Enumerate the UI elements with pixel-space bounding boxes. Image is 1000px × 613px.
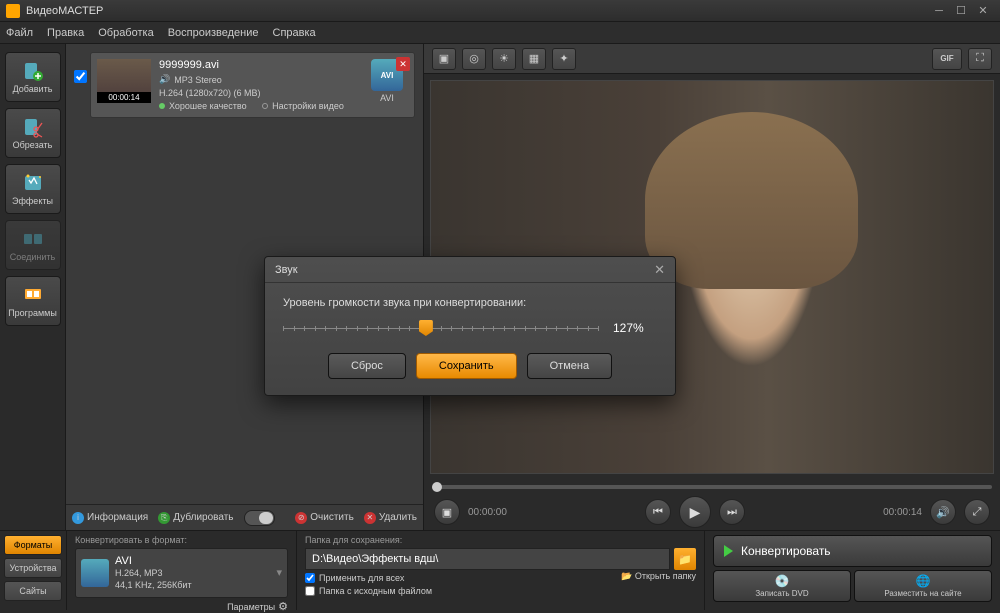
menubar: Файл Правка Обработка Воспроизведение Сп… [0,22,1000,44]
effects-icon [22,172,44,194]
minimize-button[interactable]: ─ [928,3,950,19]
sidebar-programs[interactable]: Программы [5,276,61,326]
file-name-label: 9999999.avi [159,59,358,71]
menu-playback[interactable]: Воспроизведение [168,27,259,39]
volume-icon[interactable]: 🔊 [930,499,956,525]
clear-icon: ⊘ [295,512,307,524]
sound-dialog: Звук ✕ Уровень громкости звука при конве… [264,256,676,396]
settings-dot-icon [262,103,268,109]
speed-icon[interactable]: ✦ [552,48,576,70]
text-icon[interactable]: ▦ [522,48,546,70]
snapshot-icon[interactable]: ▣ [434,499,460,525]
cancel-button[interactable]: Отмена [527,353,612,379]
rotate-icon[interactable]: ◎ [462,48,486,70]
seek-thumb-icon[interactable] [432,482,442,492]
tab-sites[interactable]: Сайты [4,581,62,601]
app-logo-icon [6,4,20,18]
reset-button[interactable]: Сброс [328,353,406,379]
duplicate-icon: ⎘ [158,512,170,524]
close-button[interactable]: ✕ [972,3,994,19]
sidebar-effects[interactable]: Эффекты [5,164,61,214]
file-remove-icon[interactable]: ✕ [396,57,410,71]
menu-process[interactable]: Обработка [98,27,153,39]
crop-icon[interactable]: ▣ [432,48,456,70]
footer-delete[interactable]: ✕Удалить [364,512,417,524]
seek-bar[interactable] [424,480,1000,494]
play-arrow-icon [724,545,733,557]
dialog-close-icon[interactable]: ✕ [654,262,665,278]
folder-open-icon: 📂 [621,571,632,581]
time-current: 00:00:00 [468,507,507,518]
add-icon [22,60,44,82]
footer-clear[interactable]: ⊘Очистить [295,512,354,524]
play-button[interactable]: ▶ [679,496,711,528]
delete-icon: ✕ [364,512,376,524]
titlebar: ВидеоМАСТЕР ─ ☐ ✕ [0,0,1000,22]
next-button[interactable]: ⏭ [719,499,745,525]
tab-formats[interactable]: Форматы [4,535,62,555]
format-icon [81,559,109,587]
gear-icon: ⚙ [278,601,288,613]
menu-help[interactable]: Справка [273,27,316,39]
dialog-titlebar: Звук ✕ [265,257,675,283]
globe-icon: 🌐 [916,574,931,588]
source-folder-checkbox[interactable] [305,586,315,596]
playback-controls: ▣ 00:00:00 ⏮ ▶ ⏭ 00:00:14 🔊 ⤢ [424,494,1000,530]
output-path-field[interactable]: D:\Видео\Эффекты вдш\ [305,548,670,570]
info-icon: i [72,512,84,524]
menu-file[interactable]: Файл [6,27,33,39]
folder-icon: 📁 [678,553,692,566]
file-checkbox[interactable] [74,70,87,83]
dvd-icon: 💿 [775,574,790,588]
preview-toolbar: ▣ ◎ ☀ ▦ ✦ GIF ⛶ [424,44,1000,74]
app-title: ВидеоМАСТЕР [26,5,928,17]
toggle-switch[interactable] [244,510,276,526]
footer-duplicate[interactable]: ⎘Дублировать [158,512,233,524]
list-footer: iИнформация ⎘Дублировать ⊘Очистить ✕Удал… [66,504,423,530]
gif-button[interactable]: GIF [932,48,962,70]
file-item[interactable]: ✕ 00:00:14 9999999.avi 🔊MP3 Stereo H.264… [90,52,415,118]
volume-value: 127% [613,321,657,335]
chevron-down-icon: ▾ [276,566,282,579]
sidebar-add[interactable]: Добавить [5,52,61,102]
join-icon [22,228,44,250]
format-section: Конвертировать в формат: AVIH.264, MP3 4… [66,531,296,610]
speaker-icon: 🔊 [159,74,170,85]
time-total: 00:00:14 [883,507,922,518]
quality-dot-icon [159,103,165,109]
format-tabs: Форматы Устройства Сайты [0,531,66,610]
fullscreen-icon[interactable]: ⛶ [968,48,992,70]
sidebar-join: Соединить [5,220,61,270]
brightness-icon[interactable]: ☀ [492,48,516,70]
params-link[interactable]: Параметры [227,602,275,612]
sidebar-cut[interactable]: Обрезать [5,108,61,158]
convert-button[interactable]: Конвертировать [713,535,992,567]
footer-info[interactable]: iИнформация [72,512,148,524]
path-section: Папка для сохранения: D:\Видео\Эффекты в… [296,531,704,610]
volume-label: Уровень громкости звука при конвертирова… [283,297,657,309]
publish-site-button[interactable]: 🌐Разместить на сайте [854,570,992,602]
apply-all-checkbox[interactable] [305,573,315,583]
actions-section: Конвертировать 💿Записать DVD 🌐Разместить… [704,531,1000,610]
sidebar: Добавить Обрезать Эффекты Соединить Прог… [0,44,66,530]
expand-icon[interactable]: ⤢ [964,499,990,525]
format-selector[interactable]: AVIH.264, MP3 44,1 KHz, 256Кбит ▾ [75,548,288,598]
maximize-button[interactable]: ☐ [950,3,972,19]
cut-icon [22,116,44,138]
file-thumbnail: 00:00:14 [97,59,151,103]
bottom-panel: Форматы Устройства Сайты Конвертировать … [0,530,1000,610]
menu-edit[interactable]: Правка [47,27,84,39]
burn-dvd-button[interactable]: 💿Записать DVD [713,570,851,602]
save-button[interactable]: Сохранить [416,353,517,379]
programs-icon [22,284,44,306]
tab-devices[interactable]: Устройства [4,558,62,578]
volume-slider[interactable] [283,321,599,335]
browse-button[interactable]: 📁 [674,548,696,570]
prev-button[interactable]: ⏮ [645,499,671,525]
open-folder-link[interactable]: 📂 Открыть папку [621,571,696,582]
